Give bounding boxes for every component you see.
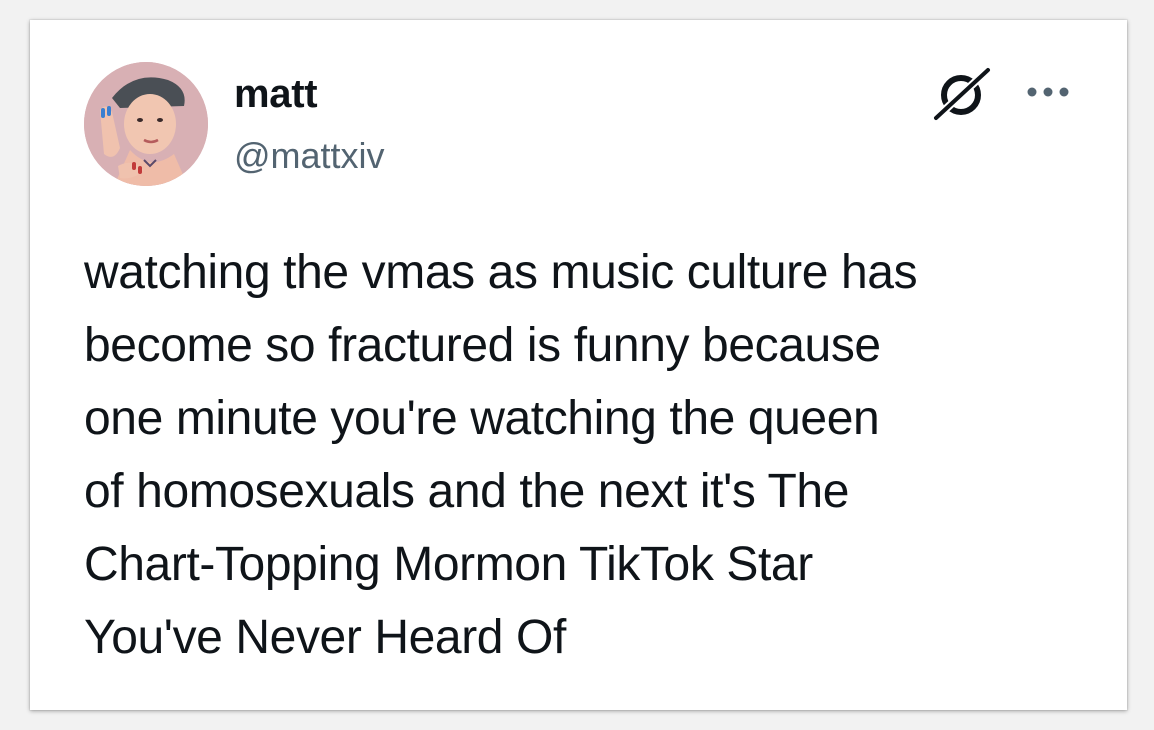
tweet-text: watching the vmas as music culture has b… — [84, 236, 1094, 674]
tweet-text-line: Chart-Topping Mormon TikTok Star — [84, 538, 813, 591]
grok-icon[interactable] — [930, 62, 992, 124]
avatar-photo-icon — [84, 62, 208, 186]
tweet-card: matt @mattxiv watching the vmas as music… — [30, 20, 1127, 710]
more-options-icon[interactable] — [1022, 80, 1074, 104]
tweet-text-line: become so fractured is funny because — [84, 319, 881, 372]
tweet-text-line: watching the vmas as music culture has — [84, 246, 918, 299]
tweet-text-line: one minute you're watching the queen — [84, 392, 880, 445]
avatar[interactable] — [84, 62, 208, 186]
tweet-text-line: of homosexuals and the next it's The — [84, 465, 850, 518]
tweet-text-line: You've Never Heard Of — [84, 611, 566, 664]
display-name[interactable]: matt — [234, 70, 318, 118]
user-handle[interactable]: @mattxiv — [234, 134, 385, 178]
